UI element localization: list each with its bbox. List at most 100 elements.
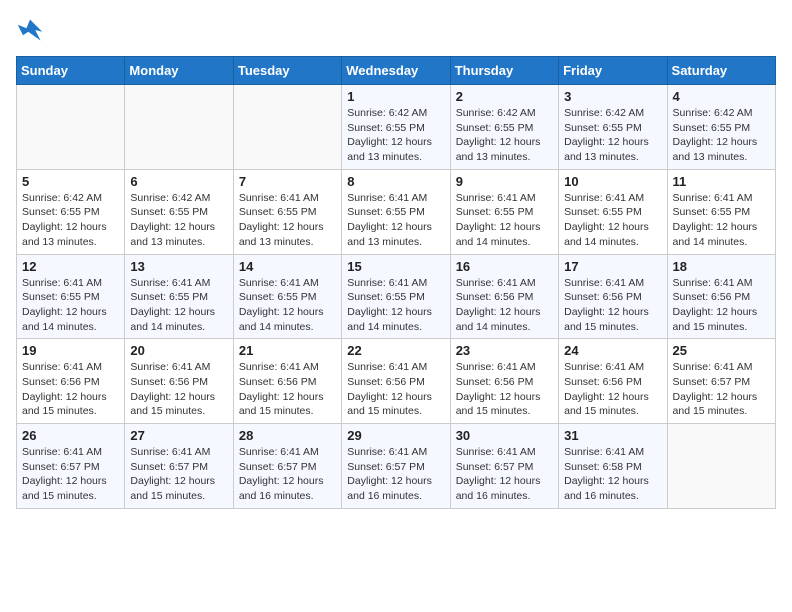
logo-bird-icon	[16, 16, 44, 44]
calendar-day-30: 30 Sunrise: 6:41 AM Sunset: 6:57 PM Dayli…	[450, 424, 558, 509]
calendar-empty-cell	[667, 424, 775, 509]
day-info: Sunrise: 6:41 AM Sunset: 6:55 PM Dayligh…	[564, 191, 661, 250]
day-number: 12	[22, 259, 119, 274]
day-info: Sunrise: 6:41 AM Sunset: 6:57 PM Dayligh…	[673, 360, 770, 419]
day-number: 11	[673, 174, 770, 189]
header-saturday: Saturday	[667, 57, 775, 85]
calendar-day-28: 28Sunrise: 6:41 AM Sunset: 6:57 PM Dayli…	[233, 424, 341, 509]
day-number: 23	[456, 343, 553, 358]
day-info: Sunrise: 6:41 AM Sunset: 6:57 PM Dayligh…	[130, 445, 227, 504]
calendar-table: SundayMondayTuesdayWednesdayThursdayFrid…	[16, 56, 776, 509]
day-info: Sunrise: 6:41 AM Sunset: 6:55 PM Dayligh…	[239, 276, 336, 335]
day-number: 5	[22, 174, 119, 189]
calendar-day-14: 14Sunrise: 6:41 AM Sunset: 6:55 PM Dayli…	[233, 254, 341, 339]
calendar-day-23: 23Sunrise: 6:41 AM Sunset: 6:56 PM Dayli…	[450, 339, 558, 424]
calendar-day-26: 26 Sunrise: 6:41 AM Sunset: 6:57 PM Dayli…	[17, 424, 125, 509]
header-tuesday: Tuesday	[233, 57, 341, 85]
header-wednesday: Wednesday	[342, 57, 450, 85]
calendar-day-13: 13 Sunrise: 6:41 AM Sunset: 6:55 PM Dayli…	[125, 254, 233, 339]
day-info: Sunrise: 6:41 AM Sunset: 6:55 PM Dayligh…	[456, 191, 553, 250]
calendar-empty-cell	[233, 85, 341, 170]
day-info: Sunrise: 6:41 AM Sunset: 6:56 PM Dayligh…	[456, 276, 553, 335]
calendar-week-row: 12 Sunrise: 6:41 AM Sunset: 6:55 PM Dayli…	[17, 254, 776, 339]
day-info: Sunrise: 6:41 AM Sunset: 6:55 PM Dayligh…	[347, 191, 444, 250]
day-info: Sunrise: 6:41 AM Sunset: 6:57 PM Dayligh…	[456, 445, 553, 504]
calendar-day-1: 1 Sunrise: 6:42 AM Sunset: 6:55 PM Daylig…	[342, 85, 450, 170]
calendar-header-row: SundayMondayTuesdayWednesdayThursdayFrid…	[17, 57, 776, 85]
day-number: 24	[564, 343, 661, 358]
day-number: 3	[564, 89, 661, 104]
calendar-day-27: 27 Sunrise: 6:41 AM Sunset: 6:57 PM Dayli…	[125, 424, 233, 509]
day-number: 19	[22, 343, 119, 358]
day-info: Sunrise: 6:41 AM Sunset: 6:57 PM Dayligh…	[22, 445, 119, 504]
day-info: Sunrise: 6:41 AM Sunset: 6:55 PM Dayligh…	[673, 191, 770, 250]
day-info: Sunrise: 6:41 AM Sunset: 6:55 PM Dayligh…	[22, 276, 119, 335]
calendar-day-2: 2 Sunrise: 6:42 AM Sunset: 6:55 PM Daylig…	[450, 85, 558, 170]
calendar-day-25: 25 Sunrise: 6:41 AM Sunset: 6:57 PM Dayli…	[667, 339, 775, 424]
day-number: 4	[673, 89, 770, 104]
day-number: 2	[456, 89, 553, 104]
calendar-week-row: 19 Sunrise: 6:41 AM Sunset: 6:56 PM Dayli…	[17, 339, 776, 424]
day-number: 13	[130, 259, 227, 274]
day-info: Sunrise: 6:41 AM Sunset: 6:55 PM Dayligh…	[130, 276, 227, 335]
day-number: 18	[673, 259, 770, 274]
calendar-day-15: 15 Sunrise: 6:41 AM Sunset: 6:55 PM Dayli…	[342, 254, 450, 339]
calendar-week-row: 1 Sunrise: 6:42 AM Sunset: 6:55 PM Daylig…	[17, 85, 776, 170]
logo	[16, 16, 48, 44]
day-info: Sunrise: 6:42 AM Sunset: 6:55 PM Dayligh…	[564, 106, 661, 165]
calendar-day-7: 7Sunrise: 6:41 AM Sunset: 6:55 PM Daylig…	[233, 169, 341, 254]
day-number: 8	[347, 174, 444, 189]
calendar-day-29: 29 Sunrise: 6:41 AM Sunset: 6:57 PM Dayli…	[342, 424, 450, 509]
calendar-day-20: 20 Sunrise: 6:41 AM Sunset: 6:56 PM Dayli…	[125, 339, 233, 424]
calendar-day-21: 21Sunrise: 6:41 AM Sunset: 6:56 PM Dayli…	[233, 339, 341, 424]
day-info: Sunrise: 6:42 AM Sunset: 6:55 PM Dayligh…	[456, 106, 553, 165]
calendar-week-row: 26 Sunrise: 6:41 AM Sunset: 6:57 PM Dayli…	[17, 424, 776, 509]
day-info: Sunrise: 6:41 AM Sunset: 6:56 PM Dayligh…	[673, 276, 770, 335]
calendar-day-22: 22 Sunrise: 6:41 AM Sunset: 6:56 PM Dayli…	[342, 339, 450, 424]
day-number: 17	[564, 259, 661, 274]
calendar-day-3: 3 Sunrise: 6:42 AM Sunset: 6:55 PM Daylig…	[559, 85, 667, 170]
day-number: 6	[130, 174, 227, 189]
day-info: Sunrise: 6:42 AM Sunset: 6:55 PM Dayligh…	[673, 106, 770, 165]
day-number: 25	[673, 343, 770, 358]
header-sunday: Sunday	[17, 57, 125, 85]
calendar-day-4: 4 Sunrise: 6:42 AM Sunset: 6:55 PM Daylig…	[667, 85, 775, 170]
header-friday: Friday	[559, 57, 667, 85]
day-info: Sunrise: 6:41 AM Sunset: 6:56 PM Dayligh…	[564, 276, 661, 335]
calendar-day-6: 6 Sunrise: 6:42 AM Sunset: 6:55 PM Daylig…	[125, 169, 233, 254]
day-number: 1	[347, 89, 444, 104]
calendar-day-5: 5 Sunrise: 6:42 AM Sunset: 6:55 PM Daylig…	[17, 169, 125, 254]
day-info: Sunrise: 6:41 AM Sunset: 6:56 PM Dayligh…	[22, 360, 119, 419]
day-number: 22	[347, 343, 444, 358]
day-info: Sunrise: 6:42 AM Sunset: 6:55 PM Dayligh…	[347, 106, 444, 165]
day-info: Sunrise: 6:41 AM Sunset: 6:57 PM Dayligh…	[347, 445, 444, 504]
page-header	[16, 16, 776, 44]
day-info: Sunrise: 6:41 AM Sunset: 6:56 PM Dayligh…	[564, 360, 661, 419]
calendar-day-19: 19 Sunrise: 6:41 AM Sunset: 6:56 PM Dayli…	[17, 339, 125, 424]
day-number: 29	[347, 428, 444, 443]
day-info: Sunrise: 6:42 AM Sunset: 6:55 PM Dayligh…	[22, 191, 119, 250]
day-info: Sunrise: 6:41 AM Sunset: 6:58 PM Dayligh…	[564, 445, 661, 504]
day-number: 26	[22, 428, 119, 443]
header-monday: Monday	[125, 57, 233, 85]
day-number: 30	[456, 428, 553, 443]
calendar-day-9: 9 Sunrise: 6:41 AM Sunset: 6:55 PM Daylig…	[450, 169, 558, 254]
calendar-week-row: 5 Sunrise: 6:42 AM Sunset: 6:55 PM Daylig…	[17, 169, 776, 254]
day-number: 27	[130, 428, 227, 443]
calendar-day-10: 10Sunrise: 6:41 AM Sunset: 6:55 PM Dayli…	[559, 169, 667, 254]
day-number: 9	[456, 174, 553, 189]
day-number: 16	[456, 259, 553, 274]
day-number: 21	[239, 343, 336, 358]
calendar-day-11: 11 Sunrise: 6:41 AM Sunset: 6:55 PM Dayli…	[667, 169, 775, 254]
day-info: Sunrise: 6:41 AM Sunset: 6:55 PM Dayligh…	[347, 276, 444, 335]
day-info: Sunrise: 6:42 AM Sunset: 6:55 PM Dayligh…	[130, 191, 227, 250]
day-info: Sunrise: 6:41 AM Sunset: 6:56 PM Dayligh…	[130, 360, 227, 419]
header-thursday: Thursday	[450, 57, 558, 85]
calendar-day-12: 12 Sunrise: 6:41 AM Sunset: 6:55 PM Dayli…	[17, 254, 125, 339]
day-info: Sunrise: 6:41 AM Sunset: 6:56 PM Dayligh…	[347, 360, 444, 419]
calendar-day-31: 31Sunrise: 6:41 AM Sunset: 6:58 PM Dayli…	[559, 424, 667, 509]
day-info: Sunrise: 6:41 AM Sunset: 6:57 PM Dayligh…	[239, 445, 336, 504]
calendar-empty-cell	[125, 85, 233, 170]
day-number: 15	[347, 259, 444, 274]
day-number: 20	[130, 343, 227, 358]
